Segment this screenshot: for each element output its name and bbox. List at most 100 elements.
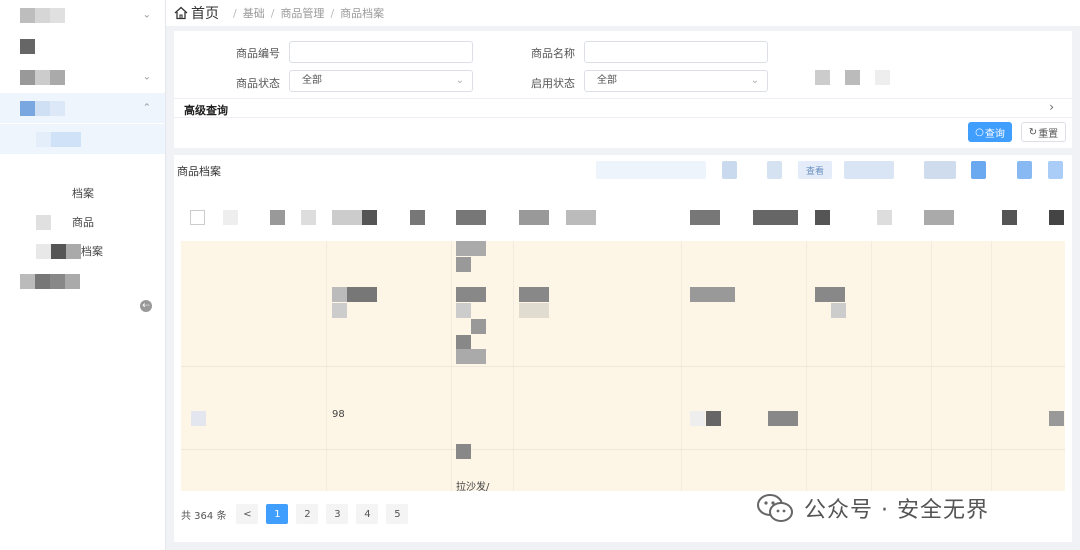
chevron-right-icon[interactable]: ›	[1049, 100, 1054, 114]
sidebar-item-2[interactable]	[0, 31, 165, 61]
view-button-label: 查看	[805, 166, 824, 177]
product-name-label: 商品名称	[531, 47, 575, 60]
redacted-cell	[332, 287, 347, 302]
redacted-toolbar-button[interactable]	[1017, 161, 1032, 179]
page-button[interactable]: 3	[326, 504, 349, 524]
redacted-cell	[706, 411, 721, 426]
redacted-cell	[332, 303, 347, 318]
breadcrumb-home[interactable]: 首页	[191, 3, 219, 23]
redacted-cell	[815, 287, 845, 302]
reset-button-label: 重置	[1038, 128, 1059, 140]
header-cell	[301, 210, 316, 225]
sidebar-subitem-products[interactable]: 商品	[0, 209, 165, 235]
redacted-cell	[347, 287, 377, 302]
refresh-icon: ↻	[1028, 126, 1038, 138]
redacted-toolbar-button[interactable]	[767, 161, 782, 179]
sidebar-item-4[interactable]	[0, 266, 165, 296]
redacted-label	[20, 273, 80, 289]
advanced-search-toggle[interactable]: 高级查询	[184, 102, 228, 118]
sidebar-subitem-label: 档案	[72, 187, 94, 200]
redacted-label	[20, 7, 65, 23]
header-cell	[456, 210, 486, 225]
redacted-cell	[690, 287, 735, 302]
reset-button[interactable]: ↻ 重置	[1021, 122, 1066, 142]
page-button[interactable]: 2	[296, 504, 319, 524]
product-status-label: 商品状态	[236, 77, 280, 90]
home-icon[interactable]	[174, 6, 188, 20]
redacted-toolbar-button[interactable]	[971, 161, 986, 179]
select-all-checkbox[interactable]	[190, 210, 205, 225]
product-code-label: 商品编号	[236, 47, 280, 60]
chevron-up-icon: ⌃	[142, 102, 151, 114]
sidebar-item-1[interactable]: ⌄	[0, 0, 165, 30]
filter-panel: 商品编号 商品名称 商品状态 全部 ⌄ 启用状态 全部 ⌄ 高级查询 › ○ 查询…	[174, 31, 1072, 148]
table-cell-fragment: 98	[332, 409, 345, 420]
header-cell	[690, 210, 720, 225]
breadcrumb-item[interactable]: 基础	[243, 5, 265, 21]
watermark-text: 公众号 · 安全无界	[804, 498, 989, 523]
redacted-cell	[831, 303, 846, 318]
table-title: 商品档案	[177, 165, 221, 178]
breadcrumb-separator: /	[270, 6, 275, 20]
prev-page-button[interactable]: <	[236, 504, 259, 524]
search-icon: ○	[975, 126, 984, 138]
view-button[interactable]: 查看	[798, 161, 832, 179]
redacted-toolbar-button[interactable]	[1048, 161, 1063, 179]
sidebar-item-active[interactable]: ⌃	[0, 93, 165, 123]
sidebar-subitem-archive[interactable]: 档案	[0, 180, 165, 206]
redacted-label	[36, 243, 81, 259]
redacted-cell	[456, 444, 471, 459]
header-cell	[566, 210, 596, 225]
redacted-cell	[690, 411, 705, 426]
redacted-cell	[456, 303, 471, 318]
redacted-toolbar-button[interactable]	[722, 161, 737, 179]
breadcrumb-separator: /	[330, 6, 335, 20]
watermark: 公众号 · 安全无界	[756, 492, 989, 524]
chevron-down-icon: ⌄	[142, 71, 151, 83]
redacted-cell	[456, 335, 471, 350]
breadcrumb-item: 商品档案	[340, 7, 385, 20]
redacted-cell	[1049, 411, 1064, 426]
redacted-cell	[519, 303, 549, 318]
sidebar-item-3[interactable]: ⌄	[0, 62, 165, 92]
chevron-down-icon: ⌄	[750, 75, 759, 86]
total-count: 共 364 条	[181, 510, 227, 522]
redacted-toolbar-button[interactable]	[924, 161, 956, 179]
redacted-cell	[456, 349, 486, 364]
redacted-label	[20, 38, 35, 54]
header-cell	[1049, 210, 1064, 225]
page-button[interactable]: 5	[386, 504, 409, 524]
enable-status-select[interactable]: 全部 ⌄	[584, 70, 768, 92]
redacted-cell	[456, 257, 471, 272]
sidebar-subitem-label: 档案	[81, 245, 103, 258]
sidebar-subitem-active[interactable]	[0, 124, 165, 154]
page-button[interactable]: 1	[266, 504, 289, 524]
redacted-label	[20, 69, 65, 85]
collapse-sidebar-icon[interactable]: ⇠	[140, 300, 152, 312]
redacted-toolbar-button[interactable]	[596, 161, 706, 179]
breadcrumb-item[interactable]: 商品管理	[280, 5, 324, 21]
header-cell	[270, 210, 285, 225]
query-button[interactable]: ○ 查询	[968, 122, 1012, 142]
redacted-cell	[519, 287, 549, 302]
product-status-value: 全部	[302, 75, 322, 86]
product-name-input[interactable]	[584, 41, 768, 63]
header-cell	[753, 210, 798, 225]
redacted-cell	[456, 287, 486, 302]
breadcrumb-separator: /	[233, 6, 237, 20]
pagination: 共 364 条 < 1 2 3 4 5	[181, 503, 416, 525]
header-cell	[362, 210, 377, 225]
sidebar-subitem-archive-2[interactable]: 档案	[0, 238, 165, 264]
page-button[interactable]: 4	[356, 504, 379, 524]
header-cell	[924, 210, 954, 225]
redacted-cell	[456, 241, 486, 256]
header-cell	[815, 210, 830, 225]
redacted-toolbar-button[interactable]	[844, 161, 894, 179]
breadcrumb: 首页 / 基础 / 商品管理 / 商品档案	[166, 0, 1080, 26]
table-cell-fragment: 拉沙发/	[456, 482, 490, 493]
redacted-label	[20, 100, 65, 116]
table-body: 98 拉沙发/	[181, 241, 1065, 493]
product-code-input[interactable]	[289, 41, 473, 63]
product-status-select[interactable]: 全部 ⌄	[289, 70, 473, 92]
header-cell	[410, 210, 425, 225]
